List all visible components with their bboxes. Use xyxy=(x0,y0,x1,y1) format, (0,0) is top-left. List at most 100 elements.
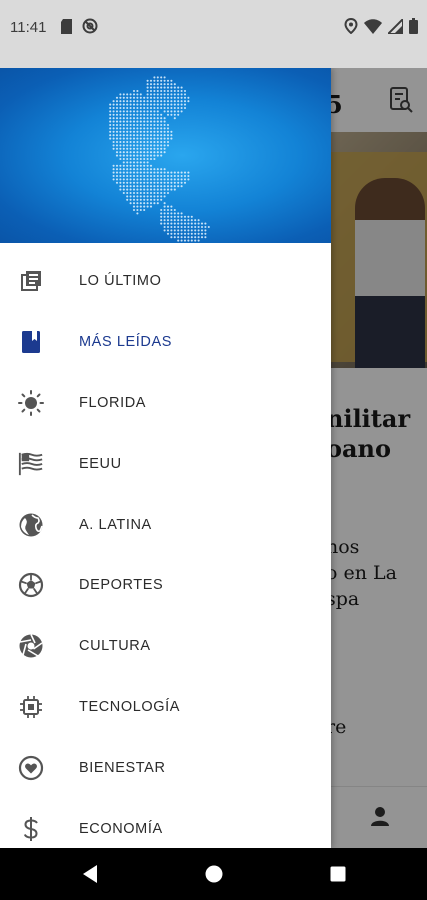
map-dot xyxy=(112,171,115,174)
map-dot xyxy=(119,154,122,157)
map-dot xyxy=(129,106,132,110)
map-dot xyxy=(156,86,159,89)
map-dot xyxy=(200,225,204,229)
map-dot xyxy=(173,110,176,113)
map-dot xyxy=(197,232,200,235)
map-dot xyxy=(122,103,125,106)
nav-item-economia[interactable]: ECONOMÍA xyxy=(0,798,331,848)
map-dot xyxy=(173,215,176,218)
map-dot xyxy=(149,171,153,174)
map-dot xyxy=(136,157,139,161)
map-dot xyxy=(149,151,153,154)
map-dot xyxy=(112,147,115,150)
map-dot xyxy=(129,202,132,205)
map-dot xyxy=(149,144,153,147)
map-dot xyxy=(160,208,163,212)
map-dot xyxy=(149,93,153,96)
map-dot xyxy=(132,106,136,110)
map-dot xyxy=(143,110,146,113)
map-dot xyxy=(149,127,153,130)
map-dot xyxy=(177,86,180,89)
map-dot xyxy=(204,229,207,232)
map-dot xyxy=(170,185,173,188)
map-dot xyxy=(132,157,136,161)
map-dot xyxy=(156,171,159,174)
map-dot xyxy=(163,195,166,198)
map-dot xyxy=(180,171,183,174)
map-dot xyxy=(160,222,163,225)
map-dot xyxy=(153,198,156,201)
map-dot xyxy=(119,181,122,184)
map-dot xyxy=(115,123,119,127)
map-dot xyxy=(194,219,197,222)
map-dot xyxy=(115,178,119,181)
map-dot xyxy=(149,86,153,89)
map-dot xyxy=(197,222,200,225)
home-icon[interactable] xyxy=(202,862,226,886)
sun-icon xyxy=(18,389,44,416)
map-dot xyxy=(163,178,166,181)
map-dot xyxy=(197,239,200,242)
map-dot xyxy=(180,236,183,239)
map-dot xyxy=(166,137,170,140)
map-dot xyxy=(132,113,136,116)
map-dot xyxy=(170,83,173,86)
map-dot xyxy=(156,147,159,150)
map-dot xyxy=(132,127,136,130)
map-dot xyxy=(173,171,176,174)
map-dot xyxy=(122,171,125,174)
map-dot xyxy=(109,127,112,130)
map-dot xyxy=(119,127,122,130)
map-dot xyxy=(160,147,163,150)
recents-icon[interactable] xyxy=(326,862,350,886)
map-dot xyxy=(126,178,129,181)
nav-item-a-latina[interactable]: A. LATINA xyxy=(0,494,331,555)
map-dot xyxy=(126,174,129,178)
map-dot xyxy=(173,229,176,232)
map-dot xyxy=(126,130,129,133)
map-dot xyxy=(160,171,163,174)
map-dot xyxy=(129,161,132,164)
map-dot xyxy=(200,222,204,225)
nav-item-label: EEUU xyxy=(79,455,122,472)
map-dot xyxy=(156,103,159,106)
map-dot xyxy=(156,181,159,184)
nav-item-deportes[interactable]: DEPORTES xyxy=(0,555,331,616)
map-dot xyxy=(136,100,139,103)
map-dot xyxy=(129,151,132,154)
map-dot xyxy=(143,113,146,116)
map-dot xyxy=(180,93,183,96)
nav-item-florida[interactable]: FLORIDA xyxy=(0,373,331,434)
map-dot xyxy=(129,110,132,113)
map-dot xyxy=(177,96,180,99)
nav-item-mas-leidas[interactable]: MÁS LEÍDAS xyxy=(0,312,331,373)
map-dot xyxy=(180,110,183,113)
nav-item-tecnologia[interactable]: TECNOLOGÍA xyxy=(0,677,331,738)
map-dot xyxy=(139,154,142,157)
map-dot xyxy=(180,185,183,188)
map-dot xyxy=(136,174,139,178)
map-dot xyxy=(163,134,166,137)
map-dot xyxy=(136,168,139,171)
map-dot xyxy=(173,212,176,215)
map-dot xyxy=(173,96,176,99)
heart-icon xyxy=(18,755,44,781)
map-dot xyxy=(153,103,156,106)
map-dot xyxy=(173,100,176,103)
map-dot xyxy=(122,151,125,154)
map-dot xyxy=(129,117,132,120)
map-dot xyxy=(139,137,142,140)
map-dot xyxy=(112,130,115,133)
nav-item-cultura[interactable]: CULTURA xyxy=(0,616,331,677)
map-dot xyxy=(163,76,166,79)
nav-item-bienestar[interactable]: BIENESTAR xyxy=(0,737,331,798)
map-dot xyxy=(156,185,159,188)
map-dot xyxy=(170,181,173,184)
nav-item-lo-ultimo[interactable]: LO ÚLTIMO xyxy=(0,251,331,312)
map-dot xyxy=(166,208,170,212)
map-dot xyxy=(149,164,153,167)
nav-item-eeuu[interactable]: EEUU xyxy=(0,433,331,494)
back-icon[interactable] xyxy=(78,862,102,886)
map-dot xyxy=(170,215,173,218)
map-dot xyxy=(139,120,142,123)
